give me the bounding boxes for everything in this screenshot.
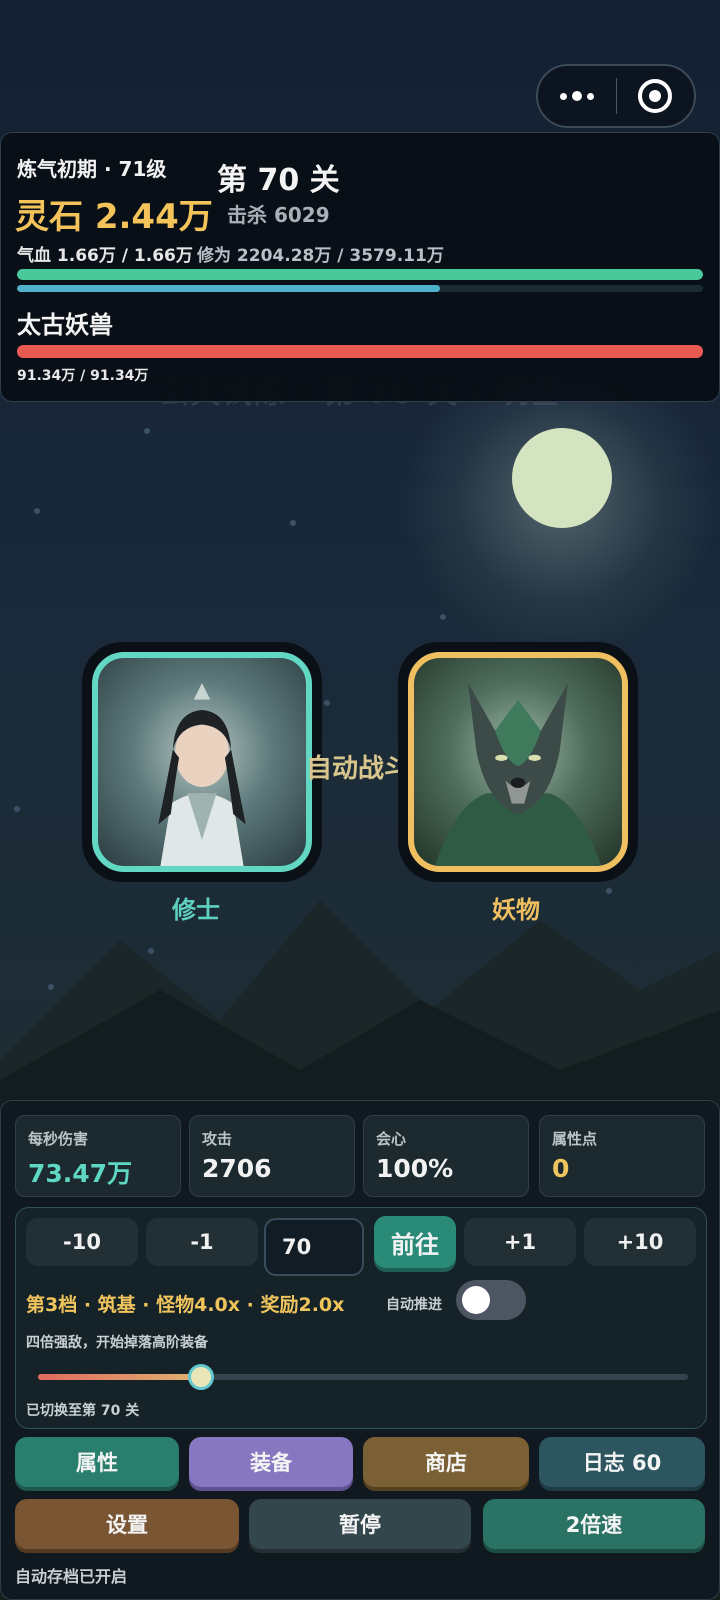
foe-label: 妖物 — [492, 896, 540, 924]
target-circle-icon — [638, 79, 673, 113]
enemy-hp-text: 91.34万 / 91.34万 — [17, 368, 149, 384]
stat-value: 73.47万 — [28, 1159, 133, 1188]
stat-card-attribute-points: 属性点 0 — [539, 1115, 705, 1197]
status-panel: 炼气初期 · 71级 第 70 关 灵石 2.44万 击杀 6029 气血 1.… — [0, 132, 720, 402]
stat-label: 属性点 — [552, 1130, 598, 1148]
wolf-beast-portrait-icon — [434, 682, 602, 866]
cultivator-portrait-icon — [158, 682, 246, 866]
toggle-knob — [462, 1286, 490, 1314]
more-dots-icon — [559, 91, 594, 101]
stat-card-crit: 会心 100% — [363, 1115, 529, 1197]
stage-input[interactable] — [264, 1218, 364, 1276]
foe-portrait — [408, 652, 628, 872]
foe-avatar[interactable] — [398, 642, 638, 882]
autosave-status: 自动存档已开启 — [15, 1567, 128, 1586]
moon — [512, 428, 612, 528]
player-hp-text: 气血 1.66万 / 1.66万 — [17, 246, 193, 266]
speed-button[interactable]: 2倍速 — [483, 1499, 705, 1549]
spirit-stones: 灵石 2.44万 — [15, 197, 213, 237]
enemy-hp-fill — [17, 345, 703, 358]
mountains — [0, 900, 720, 1120]
enemy-name: 太古妖兽 — [17, 311, 113, 339]
kill-count: 击杀 6029 — [227, 203, 330, 227]
more-button[interactable] — [538, 66, 616, 126]
auto-battle-status: 自动战斗 — [306, 754, 411, 784]
stat-value: 100% — [376, 1154, 454, 1183]
stat-card-attack: 攻击 2706 — [189, 1115, 355, 1197]
stage-slider[interactable] — [38, 1362, 688, 1392]
stat-card-dps: 每秒伤害 73.47万 — [15, 1115, 181, 1197]
stat-value: 2706 — [202, 1154, 272, 1183]
log-button[interactable]: 日志 60 — [539, 1437, 705, 1487]
hero-portrait — [92, 652, 312, 872]
tier-info: 第3档 · 筑基 · 怪物4.0x · 奖励2.0x — [26, 1294, 345, 1316]
cultivation-bar — [17, 285, 703, 292]
slider-thumb[interactable] — [187, 1364, 214, 1390]
stage-selector: -10 -1 前往 +1 +10 第3档 · 筑基 · 怪物4.0x · 奖励2… — [15, 1207, 707, 1429]
stage-plus-1-button[interactable]: +1 — [464, 1218, 576, 1266]
auto-advance-toggle[interactable] — [456, 1280, 526, 1320]
equipment-button[interactable]: 装备 — [189, 1437, 353, 1487]
player-hp-fill — [17, 269, 703, 280]
stat-label: 会心 — [376, 1130, 407, 1148]
stat-value: 0 — [552, 1154, 570, 1183]
current-stage: 第 70 关 — [217, 163, 340, 198]
stage-minus-10-button[interactable]: -10 — [26, 1218, 138, 1266]
attributes-button[interactable]: 属性 — [15, 1437, 179, 1487]
settings-button[interactable]: 设置 — [15, 1499, 239, 1549]
stat-label: 每秒伤害 — [28, 1130, 89, 1148]
enemy-hp-bar — [17, 345, 703, 358]
auto-advance-label: 自动推进 — [386, 1297, 442, 1313]
player-hp-bar — [17, 269, 703, 280]
hero-label: 修士 — [172, 896, 220, 924]
close-button[interactable] — [617, 66, 695, 126]
hero-avatar[interactable] — [82, 642, 322, 882]
shop-button[interactable]: 商店 — [363, 1437, 529, 1487]
player-realm: 炼气初期 · 71级 — [17, 157, 167, 181]
pause-button[interactable]: 暂停 — [249, 1499, 471, 1549]
stage-switched-message: 已切换至第 70 关 — [26, 1403, 140, 1419]
cultivation-fill — [17, 285, 440, 292]
stage-minus-1-button[interactable]: -1 — [146, 1218, 258, 1266]
go-to-stage-button[interactable]: 前往 — [374, 1216, 456, 1268]
stat-label: 攻击 — [202, 1130, 233, 1148]
stage-plus-10-button[interactable]: +10 — [584, 1218, 696, 1266]
control-panel: 每秒伤害 73.47万 攻击 2706 会心 100% 属性点 0 -10 -1… — [0, 1100, 720, 1600]
cultivation-text: 修为 2204.28万 / 3579.11万 — [197, 246, 444, 266]
slider-fill — [38, 1374, 201, 1380]
mini-program-capsule — [536, 64, 696, 128]
tier-tip: 四倍强敌，开始掉落高阶装备 — [26, 1335, 208, 1351]
